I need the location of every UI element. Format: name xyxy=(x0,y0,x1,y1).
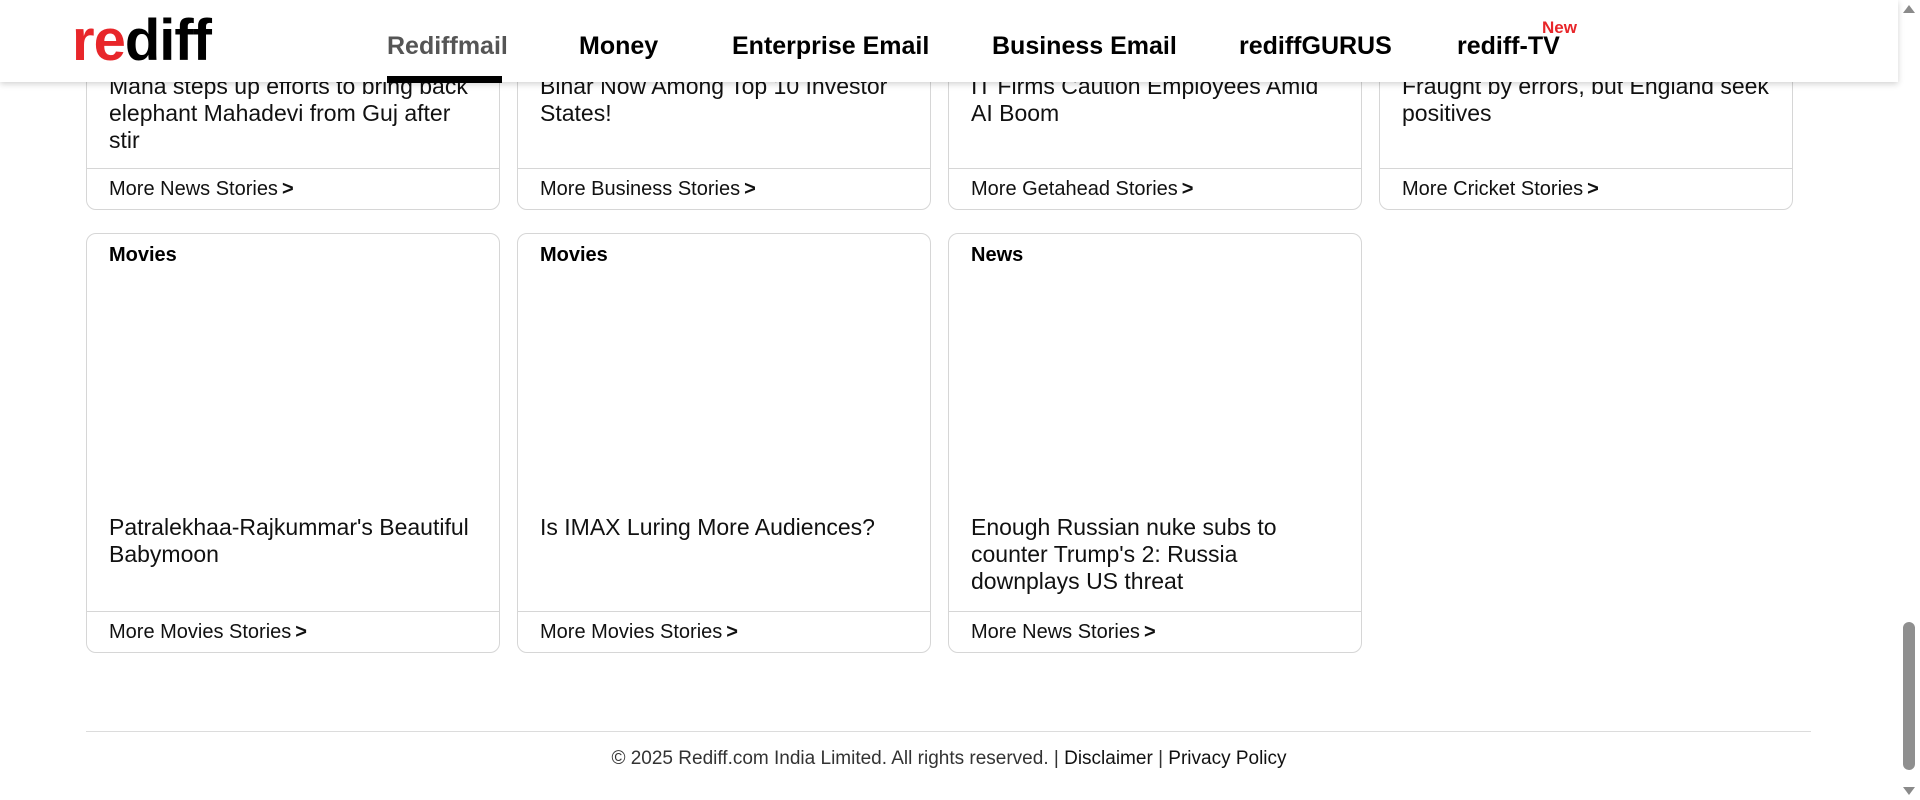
disclaimer-link[interactable]: Disclaimer xyxy=(1064,748,1153,769)
nav-enterprise-email[interactable]: Enterprise Email xyxy=(732,32,929,61)
card-headline[interactable]: Is IMAX Luring More Audiences? xyxy=(540,514,912,541)
scroll-down-icon[interactable] xyxy=(1903,787,1915,795)
privacy-policy-link[interactable]: Privacy Policy xyxy=(1168,748,1286,769)
news-card[interactable]: News Enough Russian nuke subs to counter… xyxy=(948,233,1362,653)
top-header: rediff Rediffmail Money Enterprise Email… xyxy=(0,0,1898,82)
more-stories-link[interactable]: More Cricket Stories > xyxy=(1380,168,1792,209)
chevron-right-icon: > xyxy=(1587,178,1599,200)
more-stories-label: More Business Stories xyxy=(540,178,741,200)
card-headline[interactable]: Maha steps up efforts to bring back elep… xyxy=(109,73,481,154)
footer-divider xyxy=(86,731,1811,732)
more-stories-label: More Getahead Stories xyxy=(971,178,1178,200)
nav-rediffgurus[interactable]: rediffGURUS xyxy=(1239,32,1392,61)
card-headline[interactable]: Patralekhaa-Rajkummar's Beautiful Babymo… xyxy=(109,514,481,568)
chevron-right-icon: > xyxy=(744,178,756,200)
copyright-text: © 2025 Rediff.com India Limited. All rig… xyxy=(611,748,1059,769)
scroll-up-icon[interactable] xyxy=(1903,5,1915,13)
news-card[interactable]: Movies Patralekhaa-Rajkummar's Beautiful… xyxy=(86,233,500,653)
vertical-scrollbar[interactable] xyxy=(1898,0,1920,800)
more-stories-link[interactable]: More Business Stories > xyxy=(518,168,930,209)
more-stories-label: More Cricket Stories xyxy=(1402,178,1584,200)
rediff-logo-icon: rediff xyxy=(72,8,214,73)
chevron-right-icon: > xyxy=(1143,621,1156,643)
more-stories-label: More News Stories xyxy=(971,621,1140,643)
card-category: Movies xyxy=(540,244,608,266)
footer-separator: | xyxy=(1158,748,1163,769)
nav-money[interactable]: Money xyxy=(579,32,658,61)
card-category: News xyxy=(971,244,1024,266)
more-stories-link[interactable]: More Movies Stories > xyxy=(87,611,499,652)
scrollbar-thumb[interactable] xyxy=(1903,622,1915,770)
more-stories-label: More Movies Stories xyxy=(109,621,292,643)
more-stories-label: More News Stories xyxy=(109,178,278,200)
footer: © 2025 Rediff.com India Limited. All rig… xyxy=(0,748,1898,770)
card-headline[interactable]: Enough Russian nuke subs to counter Trum… xyxy=(971,514,1343,595)
chevron-right-icon: > xyxy=(281,178,294,200)
more-stories-link[interactable]: More News Stories > xyxy=(87,168,499,209)
chevron-right-icon: > xyxy=(1181,178,1194,200)
card-category: Movies xyxy=(109,244,177,266)
nav-business-email[interactable]: Business Email xyxy=(992,32,1177,61)
nav-rediffmail[interactable]: Rediffmail xyxy=(387,32,508,61)
chevron-right-icon: > xyxy=(295,621,307,643)
active-tab-indicator xyxy=(387,76,502,83)
more-stories-link[interactable]: More News Stories > xyxy=(949,611,1361,652)
svg-text:rediff: rediff xyxy=(72,8,213,68)
news-card[interactable]: Movies Is IMAX Luring More Audiences? Mo… xyxy=(517,233,931,653)
news-cards-area: Maha steps up efforts to bring back elep… xyxy=(0,0,1898,800)
more-stories-label: More Movies Stories xyxy=(540,621,723,643)
rediff-logo[interactable]: rediff xyxy=(72,8,242,73)
more-stories-link[interactable]: More Getahead Stories > xyxy=(949,168,1361,209)
more-stories-link[interactable]: More Movies Stories > xyxy=(518,611,930,652)
chevron-right-icon: > xyxy=(726,621,738,643)
new-badge: New xyxy=(1542,18,1577,37)
